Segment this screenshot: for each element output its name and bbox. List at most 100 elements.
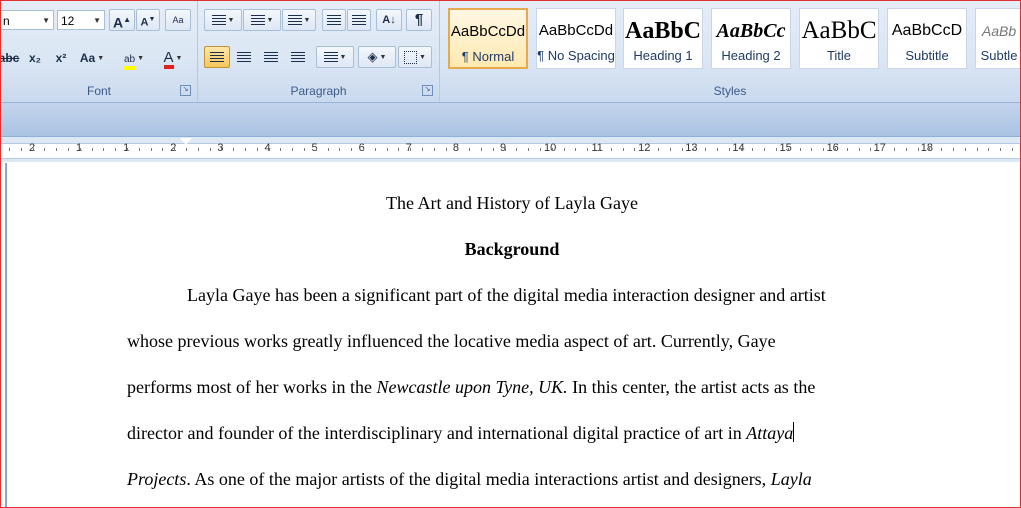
ruler-tick (257, 148, 258, 151)
section-heading[interactable]: Background (127, 235, 897, 281)
ruler-tick (304, 148, 305, 151)
ruler-tick (800, 148, 801, 151)
paragraph-line-4[interactable]: director and founder of the interdiscipl… (127, 419, 897, 465)
strikethrough-button[interactable]: abc (1, 47, 21, 69)
ruler-tick (316, 148, 317, 151)
font-group: n ▼ 12 ▼ A▲ A▼ Aa abc x₂ x² Aa ▼ ab ▼ A ▼ F… (1, 1, 198, 101)
document-body[interactable]: The Art and History of Layla Gaye Backgr… (127, 189, 897, 507)
grow-font-button[interactable]: A▲ (109, 9, 135, 31)
ruler-tick (847, 148, 848, 151)
ruler-tick (387, 148, 388, 151)
chevron-down-icon[interactable]: ▼ (93, 11, 101, 31)
style-heading-2[interactable]: AaBbCc Heading 2 (711, 8, 791, 69)
style-title[interactable]: AaBbC Title (799, 8, 879, 69)
paragraph-line-2[interactable]: whose previous works greatly influenced … (127, 327, 897, 373)
ruler-tick (977, 148, 978, 151)
align-right-button[interactable] (258, 46, 284, 68)
dialog-launcher-icon[interactable]: ↘ (422, 85, 433, 96)
ruler-number: 2 (28, 142, 36, 154)
style-normal[interactable]: AaBbCcDd ¶ Normal (448, 8, 528, 69)
first-line-indent-marker[interactable] (180, 138, 192, 145)
paragraph-line-3[interactable]: performs most of her works in the Newcas… (127, 373, 897, 419)
ruler-tick (493, 148, 494, 151)
ruler-strip (1, 143, 1020, 159)
ruler-tick (752, 148, 753, 151)
font-color-button[interactable]: A ▼ (155, 47, 191, 69)
style-subtitle[interactable]: AaBbCcD Subtitle (887, 8, 967, 69)
document-title[interactable]: The Art and History of Layla Gaye (127, 189, 897, 235)
ruler-number: 8 (452, 142, 459, 154)
style-subtle[interactable]: AaBb Subtle (975, 8, 1020, 69)
ribbon: n ▼ 12 ▼ A▲ A▼ Aa abc x₂ x² Aa ▼ ab ▼ A ▼ F… (1, 1, 1020, 103)
ruler-tick (233, 148, 234, 151)
ruler-tick (717, 148, 718, 151)
ruler-tick (859, 148, 860, 151)
font-size-combo[interactable]: 12 ▼ (57, 10, 105, 30)
styles-group: AaBbCcDd ¶ Normal AaBbCcDd ¶ No Spacing … (440, 1, 1020, 101)
ruler-tick (540, 148, 541, 151)
ribbon-lower-band (1, 103, 1020, 137)
ruler-tick (682, 148, 683, 151)
increase-indent-button[interactable] (347, 9, 371, 31)
superscript-button[interactable]: x² (49, 47, 73, 69)
ruler-tick (611, 148, 612, 151)
show-formatting-button[interactable]: ¶ (406, 9, 432, 31)
ruler-tick (835, 148, 836, 151)
ruler-tick (469, 148, 470, 151)
ruler-number: 18 (920, 142, 934, 154)
ruler-tick (127, 148, 128, 151)
sort-button[interactable]: A↓ (376, 9, 402, 31)
font-size-value: 12 (61, 14, 75, 28)
paragraph-line-1[interactable]: Layla Gaye has been a significant part o… (127, 281, 897, 327)
ruler-tick (434, 148, 435, 151)
align-right-icon (264, 52, 278, 64)
ruler-tick (80, 148, 81, 151)
dialog-launcher-icon[interactable]: ↘ (180, 85, 191, 96)
ruler-tick (811, 148, 812, 151)
chevron-down-icon[interactable]: ▼ (42, 11, 50, 31)
ruler-tick (481, 148, 482, 151)
shrink-font-button[interactable]: A▼ (136, 9, 160, 31)
ruler-tick (965, 148, 966, 151)
ruler-tick (788, 148, 789, 151)
right-indent-marker[interactable] (901, 149, 913, 156)
clear-formatting-button[interactable]: Aa (165, 9, 191, 31)
ruler-tick (705, 148, 706, 151)
justify-icon (291, 52, 305, 64)
line-spacing-button[interactable]: ▼ (316, 46, 354, 68)
styles-group-label: Styles (713, 84, 747, 98)
style-no-spacing[interactable]: AaBbCcDd ¶ No Spacing (536, 8, 616, 69)
borders-button[interactable]: ▼ (398, 46, 432, 68)
align-center-button[interactable] (231, 46, 257, 68)
horizontal-ruler[interactable]: 21123456789101112131415161718 (1, 137, 1020, 162)
decrease-indent-icon (327, 15, 341, 27)
ruler-tick (446, 148, 447, 151)
align-left-button[interactable] (204, 46, 230, 68)
highlight-button[interactable]: ab ▼ (115, 47, 153, 70)
align-left-icon (210, 52, 224, 64)
shading-button[interactable]: ◈ ▼ (358, 46, 396, 68)
highlighter-icon: ab (123, 54, 136, 70)
subscript-button[interactable]: x₂ (23, 47, 47, 69)
ruler-tick (658, 148, 659, 151)
decrease-indent-button[interactable] (322, 9, 346, 31)
font-name-combo[interactable]: n ▼ (1, 10, 54, 31)
ruler-tick (9, 148, 10, 151)
ruler-tick (174, 148, 175, 151)
justify-button[interactable] (285, 46, 311, 68)
font-group-label: Font (86, 84, 111, 98)
multilevel-list-button[interactable]: ▼ (282, 9, 316, 31)
ruler-number: 14 (732, 142, 745, 154)
numbering-button[interactable]: ▼ (243, 9, 281, 31)
ruler-tick (670, 148, 671, 151)
ruler-tick (552, 148, 553, 151)
ruler-tick (151, 148, 152, 151)
change-case-button[interactable]: Aa ▼ (77, 47, 107, 69)
ruler-tick (646, 148, 647, 151)
style-heading-1[interactable]: AaBbC Heading 1 (623, 8, 703, 69)
ruler-tick (906, 148, 907, 151)
ruler-tick (33, 148, 34, 151)
paragraph-line-5[interactable]: Projects. As one of the major artists of… (127, 465, 897, 507)
bullets-button[interactable]: ▼ (204, 9, 242, 31)
bullet-list-icon (211, 15, 226, 27)
